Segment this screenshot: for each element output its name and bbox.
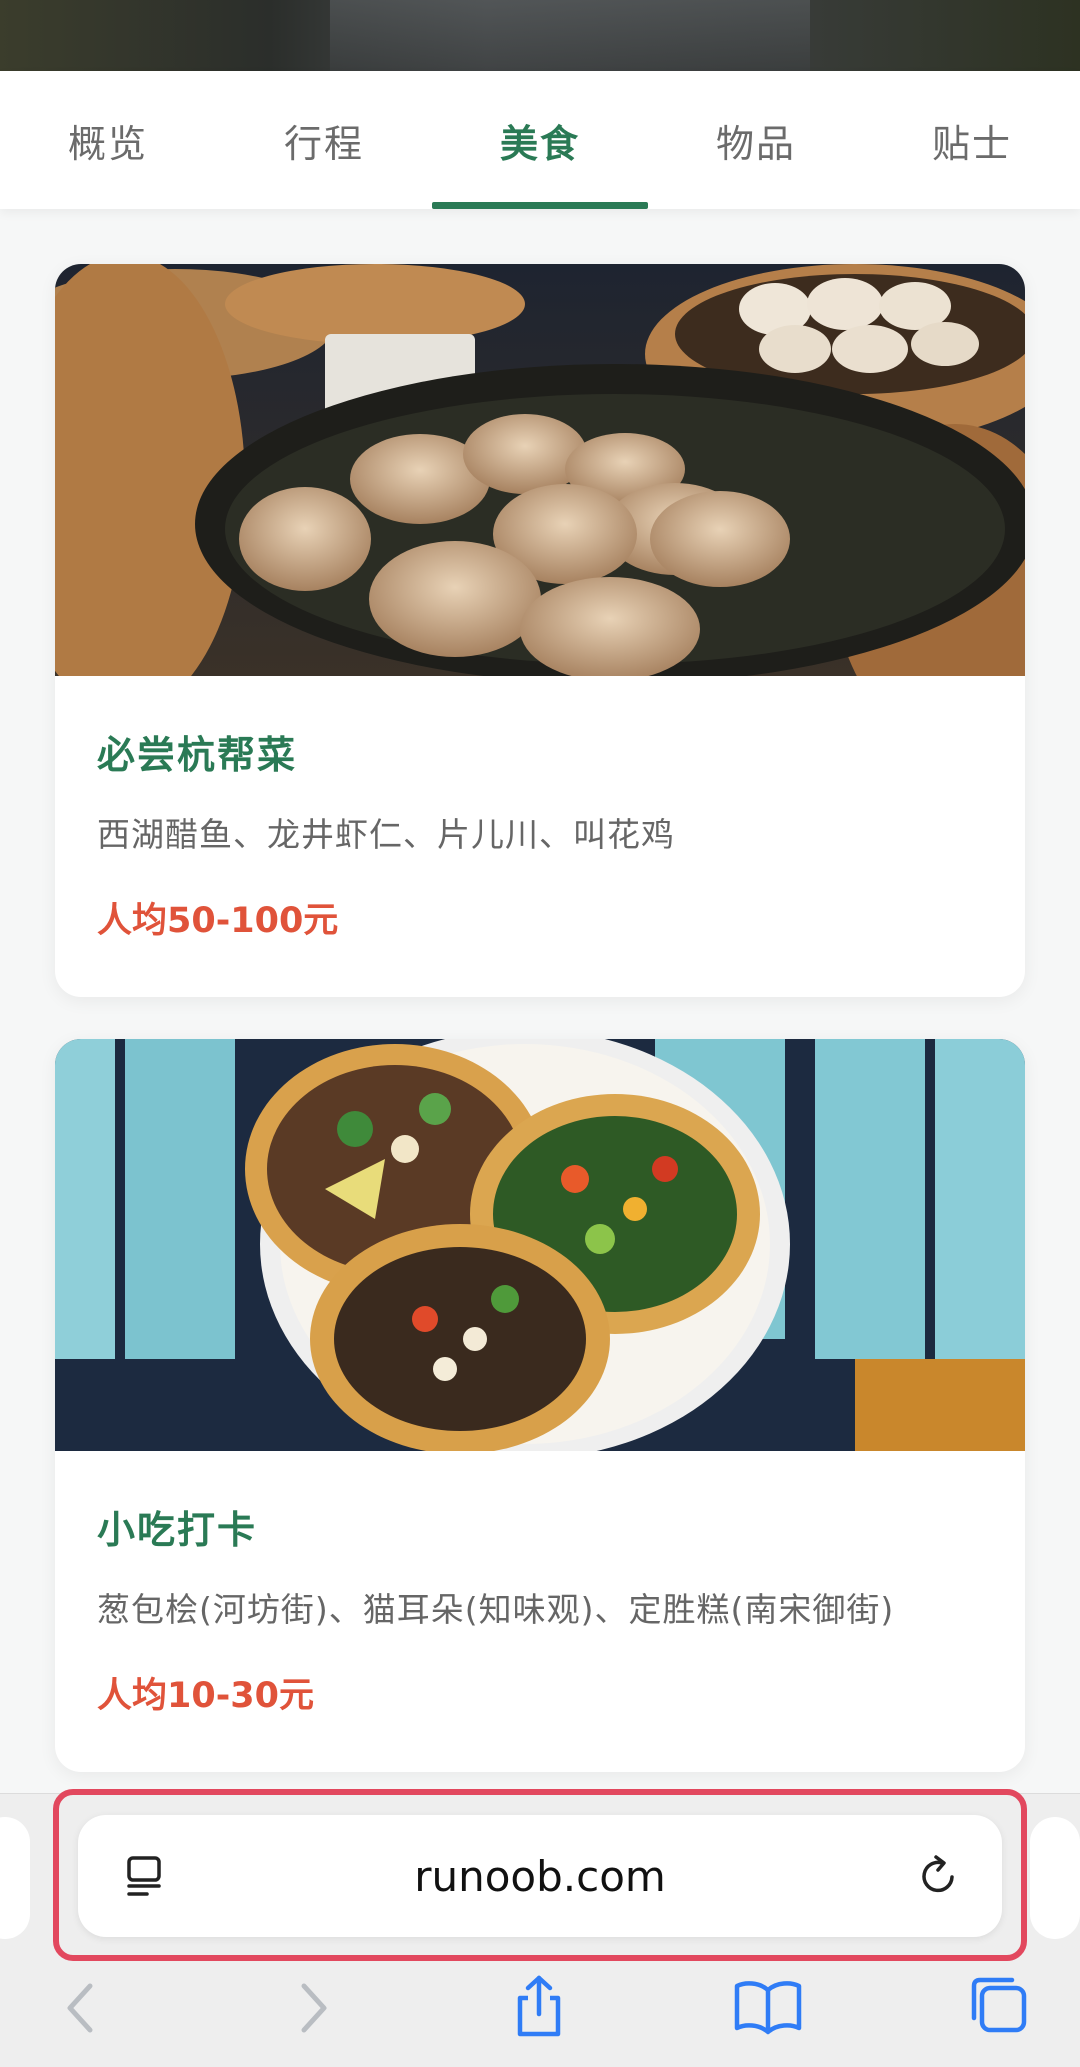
tabs-icon[interactable] [962,1972,1032,2042]
hero-road [330,0,810,71]
card-description: 葱包桧(河坊街)、猫耳朵(知味观)、定胜糕(南宋御街) [97,1590,895,1629]
previous-tab-peek[interactable] [0,1817,30,1939]
dumplings-photo [55,264,1025,676]
tacos-photo [55,1039,1025,1451]
tab-overview[interactable]: 概览 [0,71,216,209]
food-card-snacks[interactable]: 小吃打卡 葱包桧(河坊街)、猫耳朵(知味观)、定胜糕(南宋御街) 人均10-30… [55,1039,1025,1772]
hero-image-strip [0,0,1080,71]
tab-tips[interactable]: 贴士 [864,71,1080,209]
card-price: 人均10-30元 [97,1676,314,1716]
food-card-hangzhou-cuisine[interactable]: 必尝杭帮菜 西湖醋鱼、龙井虾仁、片儿川、叫花鸡 人均50-100元 [55,264,1025,997]
share-icon[interactable] [504,1972,574,2042]
tab-bar: 概览 行程 美食 物品 贴士 [0,71,1080,209]
tab-food[interactable]: 美食 [432,71,648,209]
card-title: 小吃打卡 [97,1508,258,1552]
page: 概览 行程 美食 物品 贴士 必尝杭帮菜 西湖醋鱼、龙井虾仁、片儿川、叫花鸡 人… [0,0,1080,2067]
card-description: 西湖醋鱼、龙井虾仁、片儿川、叫花鸡 [97,815,675,854]
next-tab-peek[interactable] [1030,1817,1080,1939]
forward-icon[interactable] [278,1972,348,2042]
tab-items[interactable]: 物品 [648,71,864,209]
card-title: 必尝杭帮菜 [97,733,298,777]
back-icon[interactable] [48,1972,118,2042]
tab-itinerary[interactable]: 行程 [216,71,432,209]
bookmarks-icon[interactable] [733,1972,803,2042]
highlight-frame [53,1789,1027,1961]
card-price: 人均50-100元 [97,901,339,941]
tacos-image [55,1039,1025,1451]
browser-toolbar [0,1960,1080,2060]
dumplings-image [55,264,1025,676]
